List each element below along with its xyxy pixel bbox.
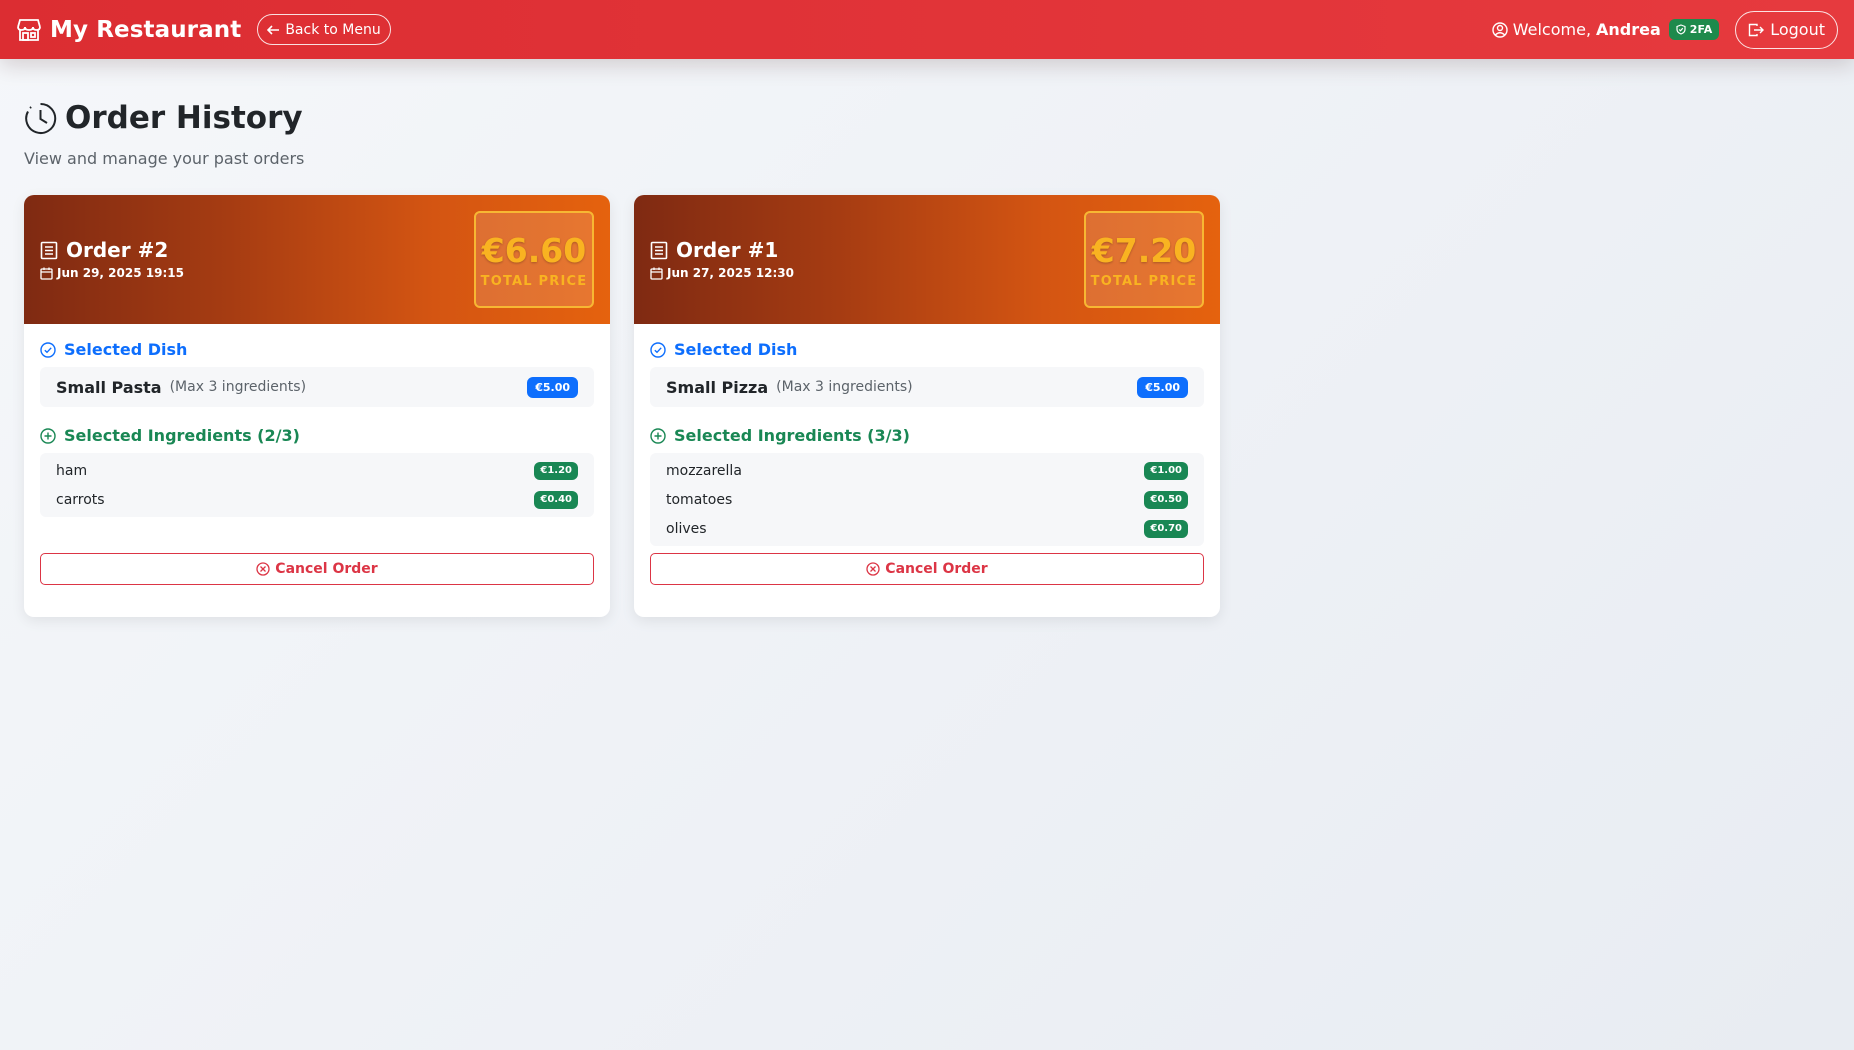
shop-icon bbox=[16, 18, 42, 42]
dish-row: Small Pasta (Max 3 ingredients) €5.00 bbox=[40, 367, 594, 407]
logout-label: Logout bbox=[1770, 20, 1825, 39]
ingredient-row: carrots €0.40 bbox=[56, 485, 578, 514]
total-price-box: €7.20 TOTAL PRICE bbox=[1084, 211, 1204, 308]
total-price-value: €7.20 bbox=[1091, 230, 1197, 270]
order-date: Jun 27, 2025 12:30 bbox=[650, 266, 794, 280]
plus-circle-icon bbox=[650, 427, 666, 444]
selected-ingredients-heading: Selected Ingredients (3/3) bbox=[650, 426, 1204, 445]
clock-history-icon bbox=[24, 102, 57, 135]
page-subtitle: View and manage your past orders bbox=[24, 149, 305, 168]
dish-price-badge: €5.00 bbox=[527, 376, 578, 398]
calendar-icon bbox=[40, 267, 53, 280]
ingredient-name: olives bbox=[666, 520, 707, 537]
receipt-icon bbox=[650, 241, 668, 260]
dish-name: Small Pasta bbox=[56, 377, 162, 397]
dish-limit: (Max 3 ingredients) bbox=[169, 379, 307, 395]
title-row: Order History bbox=[24, 100, 304, 136]
welcome-text: Welcome, Andrea bbox=[1492, 20, 1661, 39]
page-header: Order History View and manage your past … bbox=[24, 100, 304, 168]
calendar-icon bbox=[650, 267, 663, 280]
selected-dish-label: Selected Dish bbox=[674, 340, 798, 359]
ingredient-row: tomatoes €0.50 bbox=[666, 485, 1188, 514]
twofa-badge: 2FA bbox=[1668, 19, 1720, 40]
receipt-icon bbox=[40, 241, 58, 260]
check-circle-icon bbox=[650, 341, 666, 358]
twofa-label: 2FA bbox=[1689, 23, 1713, 36]
order-card-header: Order #2 Jun 29, 2025 19:15 €6.60 TOTAL … bbox=[24, 195, 610, 324]
order-card: Order #1 Jun 27, 2025 12:30 €7.20 TOTAL … bbox=[634, 195, 1220, 617]
selected-dish-heading: Selected Dish bbox=[40, 340, 594, 359]
ingredient-row: ham €1.20 bbox=[56, 456, 578, 485]
x-circle-icon bbox=[866, 562, 880, 576]
ingredient-price-badge: €0.40 bbox=[534, 490, 578, 509]
total-price-box: €6.60 TOTAL PRICE bbox=[474, 211, 594, 308]
ingredient-list: ham €1.20 carrots €0.40 bbox=[40, 453, 594, 517]
ingredient-price-badge: €0.70 bbox=[1144, 519, 1188, 538]
plus-circle-icon bbox=[40, 427, 56, 444]
ingredient-list: mozzarella €1.00 tomatoes €0.50 olives €… bbox=[650, 453, 1204, 546]
cancel-order-button[interactable]: Cancel Order bbox=[650, 553, 1204, 585]
back-to-menu-label: Back to Menu bbox=[285, 21, 381, 38]
logout-icon bbox=[1748, 23, 1765, 37]
selected-ingredients-heading: Selected Ingredients (2/3) bbox=[40, 426, 594, 445]
dish-limit: (Max 3 ingredients) bbox=[776, 379, 913, 395]
order-card-header: Order #1 Jun 27, 2025 12:30 €7.20 TOTAL … bbox=[634, 195, 1220, 324]
order-title-text: Order #1 bbox=[676, 238, 779, 262]
brand[interactable]: My Restaurant bbox=[16, 17, 241, 43]
user-name: Andrea bbox=[1596, 20, 1661, 39]
dish-price-badge: €5.00 bbox=[1137, 376, 1188, 398]
selected-dish-label: Selected Dish bbox=[64, 340, 188, 359]
ingredient-price-badge: €0.50 bbox=[1144, 490, 1188, 509]
dish-row: Small Pizza (Max 3 ingredients) €5.00 bbox=[650, 367, 1204, 407]
ingredient-name: tomatoes bbox=[666, 491, 733, 508]
welcome-prefix: Welcome, bbox=[1512, 20, 1592, 39]
brand-name: My Restaurant bbox=[50, 16, 242, 43]
order-card-body: Selected Dish Small Pizza (Max 3 ingredi… bbox=[634, 324, 1220, 562]
total-price-value: €6.60 bbox=[481, 230, 587, 270]
ingredient-row: mozzarella €1.00 bbox=[666, 456, 1188, 485]
cancel-order-label: Cancel Order bbox=[885, 561, 988, 577]
shield-icon bbox=[1676, 24, 1686, 35]
order-date-text: Jun 29, 2025 19:15 bbox=[57, 266, 184, 280]
selected-ingredients-label: Selected Ingredients (2/3) bbox=[64, 426, 300, 445]
logout-button[interactable]: Logout bbox=[1735, 10, 1838, 49]
order-date-text: Jun 27, 2025 12:30 bbox=[667, 266, 794, 280]
cancel-order-button[interactable]: Cancel Order bbox=[40, 553, 594, 585]
ingredient-name: ham bbox=[56, 462, 88, 479]
ingredient-name: mozzarella bbox=[666, 462, 742, 479]
order-title: Order #1 bbox=[650, 238, 778, 262]
back-to-menu-button[interactable]: Back to Menu bbox=[257, 14, 391, 45]
order-date: Jun 29, 2025 19:15 bbox=[40, 266, 184, 280]
page-title: Order History bbox=[65, 100, 303, 136]
user-circle-icon bbox=[1492, 21, 1508, 38]
order-title: Order #2 bbox=[40, 238, 168, 262]
dish-name: Small Pizza bbox=[666, 377, 769, 397]
order-card-body: Selected Dish Small Pasta (Max 3 ingredi… bbox=[24, 324, 610, 533]
total-price-label: TOTAL PRICE bbox=[1090, 273, 1198, 289]
ingredient-name: carrots bbox=[56, 491, 105, 508]
ingredient-price-badge: €1.20 bbox=[534, 461, 578, 480]
order-card: Order #2 Jun 29, 2025 19:15 €6.60 TOTAL … bbox=[24, 195, 610, 617]
x-circle-icon bbox=[256, 562, 270, 576]
ingredient-row: olives €0.70 bbox=[666, 514, 1188, 543]
selected-dish-heading: Selected Dish bbox=[650, 340, 1204, 359]
selected-ingredients-label: Selected Ingredients (3/3) bbox=[674, 426, 910, 445]
arrow-left-icon bbox=[267, 24, 280, 35]
total-price-label: TOTAL PRICE bbox=[480, 273, 588, 289]
user-area: Welcome, Andrea 2FA Logout bbox=[1492, 10, 1838, 49]
order-title-text: Order #2 bbox=[66, 238, 169, 262]
ingredient-price-badge: €1.00 bbox=[1144, 461, 1188, 480]
navbar: My Restaurant Back to Menu Welcome, Andr… bbox=[0, 0, 1854, 59]
cancel-order-label: Cancel Order bbox=[275, 561, 378, 577]
check-circle-icon bbox=[40, 341, 56, 358]
